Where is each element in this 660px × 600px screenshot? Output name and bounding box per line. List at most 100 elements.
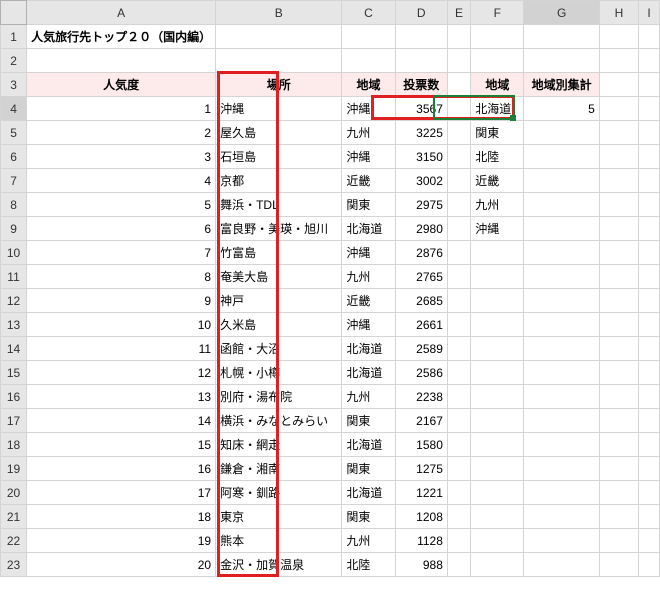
col-head-G[interactable]: G — [524, 1, 599, 25]
row-head-14[interactable]: 14 — [1, 337, 27, 361]
cell-F1[interactable] — [471, 25, 524, 49]
cell-I21[interactable] — [639, 505, 660, 529]
cell-A7[interactable]: 4 — [27, 169, 216, 193]
cell-H11[interactable] — [599, 265, 638, 289]
cell-C13[interactable]: 沖縄 — [342, 313, 395, 337]
cell-B5[interactable]: 屋久島 — [216, 121, 342, 145]
cell-B16[interactable]: 別府・湯布院 — [216, 385, 342, 409]
cell-F17[interactable] — [471, 409, 524, 433]
row-head-12[interactable]: 12 — [1, 289, 27, 313]
cell-C18[interactable]: 北海道 — [342, 433, 395, 457]
cell-C9[interactable]: 北海道 — [342, 217, 395, 241]
cell-I22[interactable] — [639, 529, 660, 553]
cell-H13[interactable] — [599, 313, 638, 337]
cell-C22[interactable]: 九州 — [342, 529, 395, 553]
cell-G14[interactable] — [524, 337, 599, 361]
cell-F15[interactable] — [471, 361, 524, 385]
cell-C11[interactable]: 九州 — [342, 265, 395, 289]
cell-G5[interactable] — [524, 121, 599, 145]
col-head-I[interactable]: I — [639, 1, 660, 25]
header-side-region[interactable]: 地域 — [471, 73, 524, 97]
cell-I20[interactable] — [639, 481, 660, 505]
cell-G20[interactable] — [524, 481, 599, 505]
cell-E10[interactable] — [447, 241, 470, 265]
row-head-20[interactable]: 20 — [1, 481, 27, 505]
cell-E6[interactable] — [447, 145, 470, 169]
cell-B4[interactable]: 沖縄 — [216, 97, 342, 121]
cell-H14[interactable] — [599, 337, 638, 361]
cell-I19[interactable] — [639, 457, 660, 481]
cell-C16[interactable]: 九州 — [342, 385, 395, 409]
cell-C8[interactable]: 関東 — [342, 193, 395, 217]
row-head-22[interactable]: 22 — [1, 529, 27, 553]
cell-D15[interactable]: 2586 — [395, 361, 447, 385]
cell-B20[interactable]: 阿寒・釧路 — [216, 481, 342, 505]
row-head-9[interactable]: 9 — [1, 217, 27, 241]
cell-B2[interactable] — [216, 49, 342, 73]
cell-F20[interactable] — [471, 481, 524, 505]
row-head-2[interactable]: 2 — [1, 49, 27, 73]
cell-E16[interactable] — [447, 385, 470, 409]
cell-D21[interactable]: 1208 — [395, 505, 447, 529]
row-head-15[interactable]: 15 — [1, 361, 27, 385]
cell-F8[interactable]: 九州 — [471, 193, 524, 217]
cell-E12[interactable] — [447, 289, 470, 313]
cell-G23[interactable] — [524, 553, 599, 577]
cell-A21[interactable]: 18 — [27, 505, 216, 529]
cell-D13[interactable]: 2661 — [395, 313, 447, 337]
cell-B23[interactable]: 金沢・加賀温泉 — [216, 553, 342, 577]
cell-A14[interactable]: 11 — [27, 337, 216, 361]
cell-I6[interactable] — [639, 145, 660, 169]
cell-F9[interactable]: 沖縄 — [471, 217, 524, 241]
cell-A19[interactable]: 16 — [27, 457, 216, 481]
cell-I12[interactable] — [639, 289, 660, 313]
col-head-B[interactable]: B — [216, 1, 342, 25]
cell-A6[interactable]: 3 — [27, 145, 216, 169]
cell-D9[interactable]: 2980 — [395, 217, 447, 241]
cell-D11[interactable]: 2765 — [395, 265, 447, 289]
cell-H22[interactable] — [599, 529, 638, 553]
row-head-16[interactable]: 16 — [1, 385, 27, 409]
cell-C15[interactable]: 北海道 — [342, 361, 395, 385]
cell-F13[interactable] — [471, 313, 524, 337]
cell-A13[interactable]: 10 — [27, 313, 216, 337]
cell-G19[interactable] — [524, 457, 599, 481]
cell-B15[interactable]: 札幌・小樽 — [216, 361, 342, 385]
col-head-A[interactable]: A — [27, 1, 216, 25]
cell-I4[interactable] — [639, 97, 660, 121]
row-head-5[interactable]: 5 — [1, 121, 27, 145]
cell-C6[interactable]: 沖縄 — [342, 145, 395, 169]
cell-A20[interactable]: 17 — [27, 481, 216, 505]
cell-F18[interactable] — [471, 433, 524, 457]
cell-C14[interactable]: 北海道 — [342, 337, 395, 361]
cell-B21[interactable]: 東京 — [216, 505, 342, 529]
cell-B17[interactable]: 横浜・みなとみらい — [216, 409, 342, 433]
cell-F12[interactable] — [471, 289, 524, 313]
col-head-D[interactable]: D — [395, 1, 447, 25]
cell-E8[interactable] — [447, 193, 470, 217]
cell-C17[interactable]: 関東 — [342, 409, 395, 433]
cell-F2[interactable] — [471, 49, 524, 73]
row-head-23[interactable]: 23 — [1, 553, 27, 577]
cell-F19[interactable] — [471, 457, 524, 481]
cell-H23[interactable] — [599, 553, 638, 577]
cell-A22[interactable]: 19 — [27, 529, 216, 553]
cell-D14[interactable]: 2589 — [395, 337, 447, 361]
cell-H18[interactable] — [599, 433, 638, 457]
cell-G9[interactable] — [524, 217, 599, 241]
cell-C7[interactable]: 近畿 — [342, 169, 395, 193]
cell-E22[interactable] — [447, 529, 470, 553]
row-head-4[interactable]: 4 — [1, 97, 27, 121]
cell-A8[interactable]: 5 — [27, 193, 216, 217]
cell-F4[interactable]: 北海道 — [471, 97, 524, 121]
cell-G6[interactable] — [524, 145, 599, 169]
cell-F7[interactable]: 近畿 — [471, 169, 524, 193]
select-all-corner[interactable] — [1, 1, 27, 25]
cell-C5[interactable]: 九州 — [342, 121, 395, 145]
cell-B22[interactable]: 熊本 — [216, 529, 342, 553]
header-rank[interactable]: 人気度 — [27, 73, 216, 97]
cell-H4[interactable] — [599, 97, 638, 121]
cell-B14[interactable]: 函館・大沼 — [216, 337, 342, 361]
cell-G16[interactable] — [524, 385, 599, 409]
cell-D18[interactable]: 1580 — [395, 433, 447, 457]
